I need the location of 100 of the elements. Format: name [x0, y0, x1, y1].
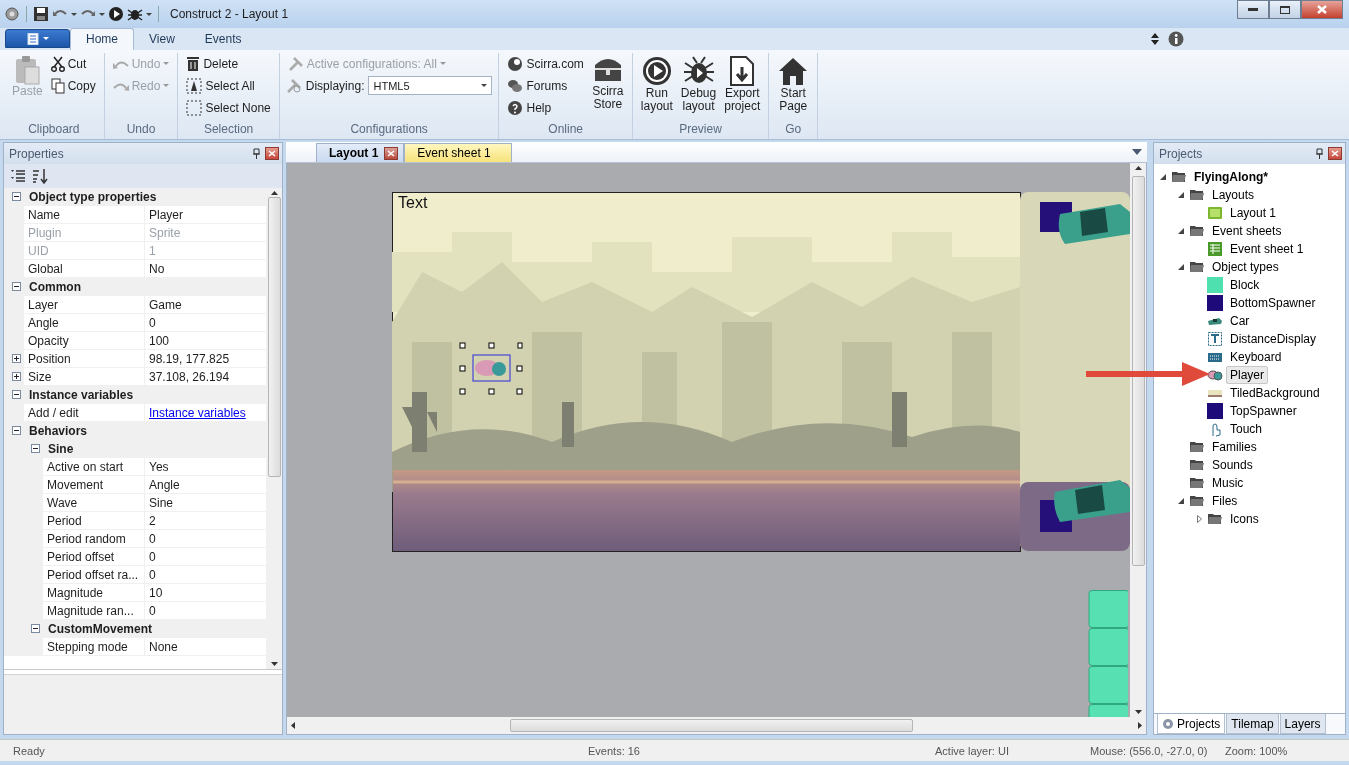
ribbon-button[interactable]: Debug layout	[678, 53, 719, 122]
tree-item[interactable]: DistanceDisplay	[1226, 330, 1321, 348]
ribbon-button[interactable]: Run layout	[638, 53, 675, 122]
caret-icon[interactable]	[99, 12, 105, 16]
tree-item[interactable]: Layout 1	[1226, 204, 1281, 222]
property-value[interactable]: 37.108, 26.194	[145, 368, 266, 385]
collapse-arrow-icon[interactable]	[1160, 174, 1166, 180]
play-icon[interactable]	[108, 6, 124, 22]
section-header[interactable]: Instance variables	[4, 386, 266, 404]
ribbon-button[interactable]: Select None	[184, 97, 273, 118]
save-icon[interactable]	[33, 6, 49, 22]
ribbon-button[interactable]: Export project	[722, 53, 763, 122]
info-icon[interactable]	[1168, 31, 1184, 47]
tree-item[interactable]: Sounds	[1208, 456, 1257, 474]
expand-arrow-icon[interactable]	[1196, 515, 1202, 523]
tree-item[interactable]: Icons	[1226, 510, 1263, 528]
scrollbar[interactable]	[1130, 163, 1146, 717]
tree-item[interactable]: Music	[1208, 474, 1248, 492]
property-value[interactable]: 0	[145, 530, 266, 547]
close-panel-button[interactable]	[1328, 147, 1342, 160]
panel-tab[interactable]: Layers	[1279, 714, 1326, 734]
application-menu-button[interactable]	[5, 29, 70, 48]
property-value[interactable]: 0	[145, 314, 266, 331]
ribbon-tab[interactable]: Events	[189, 29, 257, 50]
ribbon-button[interactable]: Help	[505, 97, 586, 118]
collapse-ribbon-icon[interactable]	[1150, 32, 1160, 46]
tree-item[interactable]: Keyboard	[1226, 348, 1286, 366]
maximize-button[interactable]	[1269, 0, 1301, 19]
property-value[interactable]: No	[145, 260, 266, 277]
gear-icon[interactable]	[4, 6, 20, 22]
selected-sprite-drawing[interactable]	[459, 342, 523, 395]
property-value[interactable]: 98.19, 177.825	[145, 350, 266, 367]
property-value[interactable]: Game	[145, 296, 266, 313]
property-value[interactable]: Yes	[145, 458, 266, 475]
tree-item[interactable]: FlyingAlong*	[1190, 168, 1272, 186]
ribbon-button[interactable]: Start Page	[775, 53, 812, 122]
tree-item[interactable]: Files	[1208, 492, 1242, 510]
collapse-arrow-icon[interactable]	[1178, 228, 1184, 234]
property-value[interactable]: Sine	[145, 494, 266, 511]
tree-item[interactable]: Event sheets	[1208, 222, 1286, 240]
collapse-icon[interactable]	[12, 426, 21, 435]
property-value[interactable]: 0	[145, 566, 266, 583]
close-button[interactable]	[1301, 0, 1343, 19]
collapse-icon[interactable]	[31, 444, 40, 453]
expand-icon[interactable]	[12, 354, 21, 363]
property-value[interactable]: None	[145, 638, 266, 655]
ribbon-button[interactable]: Forums	[505, 75, 586, 96]
editor-tab[interactable]: Layout 1	[316, 143, 405, 162]
collapse-arrow-icon[interactable]	[1178, 498, 1184, 504]
tree-item[interactable]: Families	[1208, 438, 1261, 456]
property-link[interactable]: Instance variables	[149, 405, 246, 420]
dropdown-field[interactable]: HTML5	[368, 76, 493, 95]
caret-icon[interactable]	[71, 12, 77, 16]
panel-tab[interactable]: Projects	[1157, 714, 1226, 734]
collapse-icon[interactable]	[31, 624, 40, 633]
ribbon-button[interactable]: Scirra Store	[589, 53, 626, 122]
scrollbar[interactable]	[287, 717, 1146, 734]
pin-icon[interactable]	[252, 148, 261, 159]
sort-icon[interactable]	[32, 168, 48, 184]
close-panel-button[interactable]	[265, 147, 279, 160]
tree-item[interactable]: Car	[1226, 312, 1254, 330]
collapse-icon[interactable]	[12, 282, 21, 291]
property-value[interactable]: 2	[145, 512, 266, 529]
ribbon-button[interactable]: Scirra.com	[505, 53, 586, 74]
section-header[interactable]: Common	[4, 278, 266, 296]
tree-item[interactable]: Touch	[1226, 420, 1267, 438]
expand-icon[interactable]	[12, 372, 21, 381]
ribbon-tab[interactable]: View	[134, 29, 190, 50]
categorized-list-icon[interactable]	[10, 169, 26, 183]
ribbon-button[interactable]: Cut	[48, 53, 98, 74]
tree-item[interactable]: Player	[1226, 366, 1268, 384]
bug-icon[interactable]	[127, 6, 143, 22]
tab-menu-icon[interactable]	[1132, 149, 1142, 155]
property-value[interactable]: 10	[145, 584, 266, 601]
collapse-arrow-icon[interactable]	[1178, 264, 1184, 270]
section-header[interactable]: Object type properties	[4, 188, 266, 206]
collapse-icon[interactable]	[12, 390, 21, 399]
property-value[interactable]: Player	[145, 206, 266, 223]
ribbon-button[interactable]: Copy	[48, 75, 98, 96]
minimize-button[interactable]	[1237, 0, 1269, 19]
property-value[interactable]: 0	[145, 602, 266, 619]
tree-item[interactable]: BottomSpawner	[1226, 294, 1320, 312]
tree-item[interactable]: Layouts	[1208, 186, 1259, 204]
section-header[interactable]: Behaviors	[4, 422, 266, 440]
property-value[interactable]: 100	[145, 332, 266, 349]
section-header[interactable]: CustomMovement	[4, 620, 266, 638]
editor-tab[interactable]: Event sheet 1	[404, 143, 512, 162]
close-tab-button[interactable]	[384, 146, 399, 160]
property-value[interactable]: 0	[145, 548, 266, 565]
scrollbar[interactable]	[266, 188, 282, 669]
collapse-arrow-icon[interactable]	[1178, 192, 1184, 198]
tree-item[interactable]: TopSpawner	[1226, 402, 1301, 420]
collapse-icon[interactable]	[12, 192, 21, 201]
ribbon-button[interactable]: Select All	[184, 75, 273, 96]
panel-tab[interactable]: Tilemap	[1226, 714, 1279, 734]
pin-icon[interactable]	[1315, 148, 1324, 159]
property-value[interactable]: Angle	[145, 476, 266, 493]
ribbon-button[interactable]: Delete	[184, 53, 273, 74]
ribbon-tab[interactable]: Home	[70, 28, 134, 50]
tree-item[interactable]: TiledBackground	[1226, 384, 1324, 402]
